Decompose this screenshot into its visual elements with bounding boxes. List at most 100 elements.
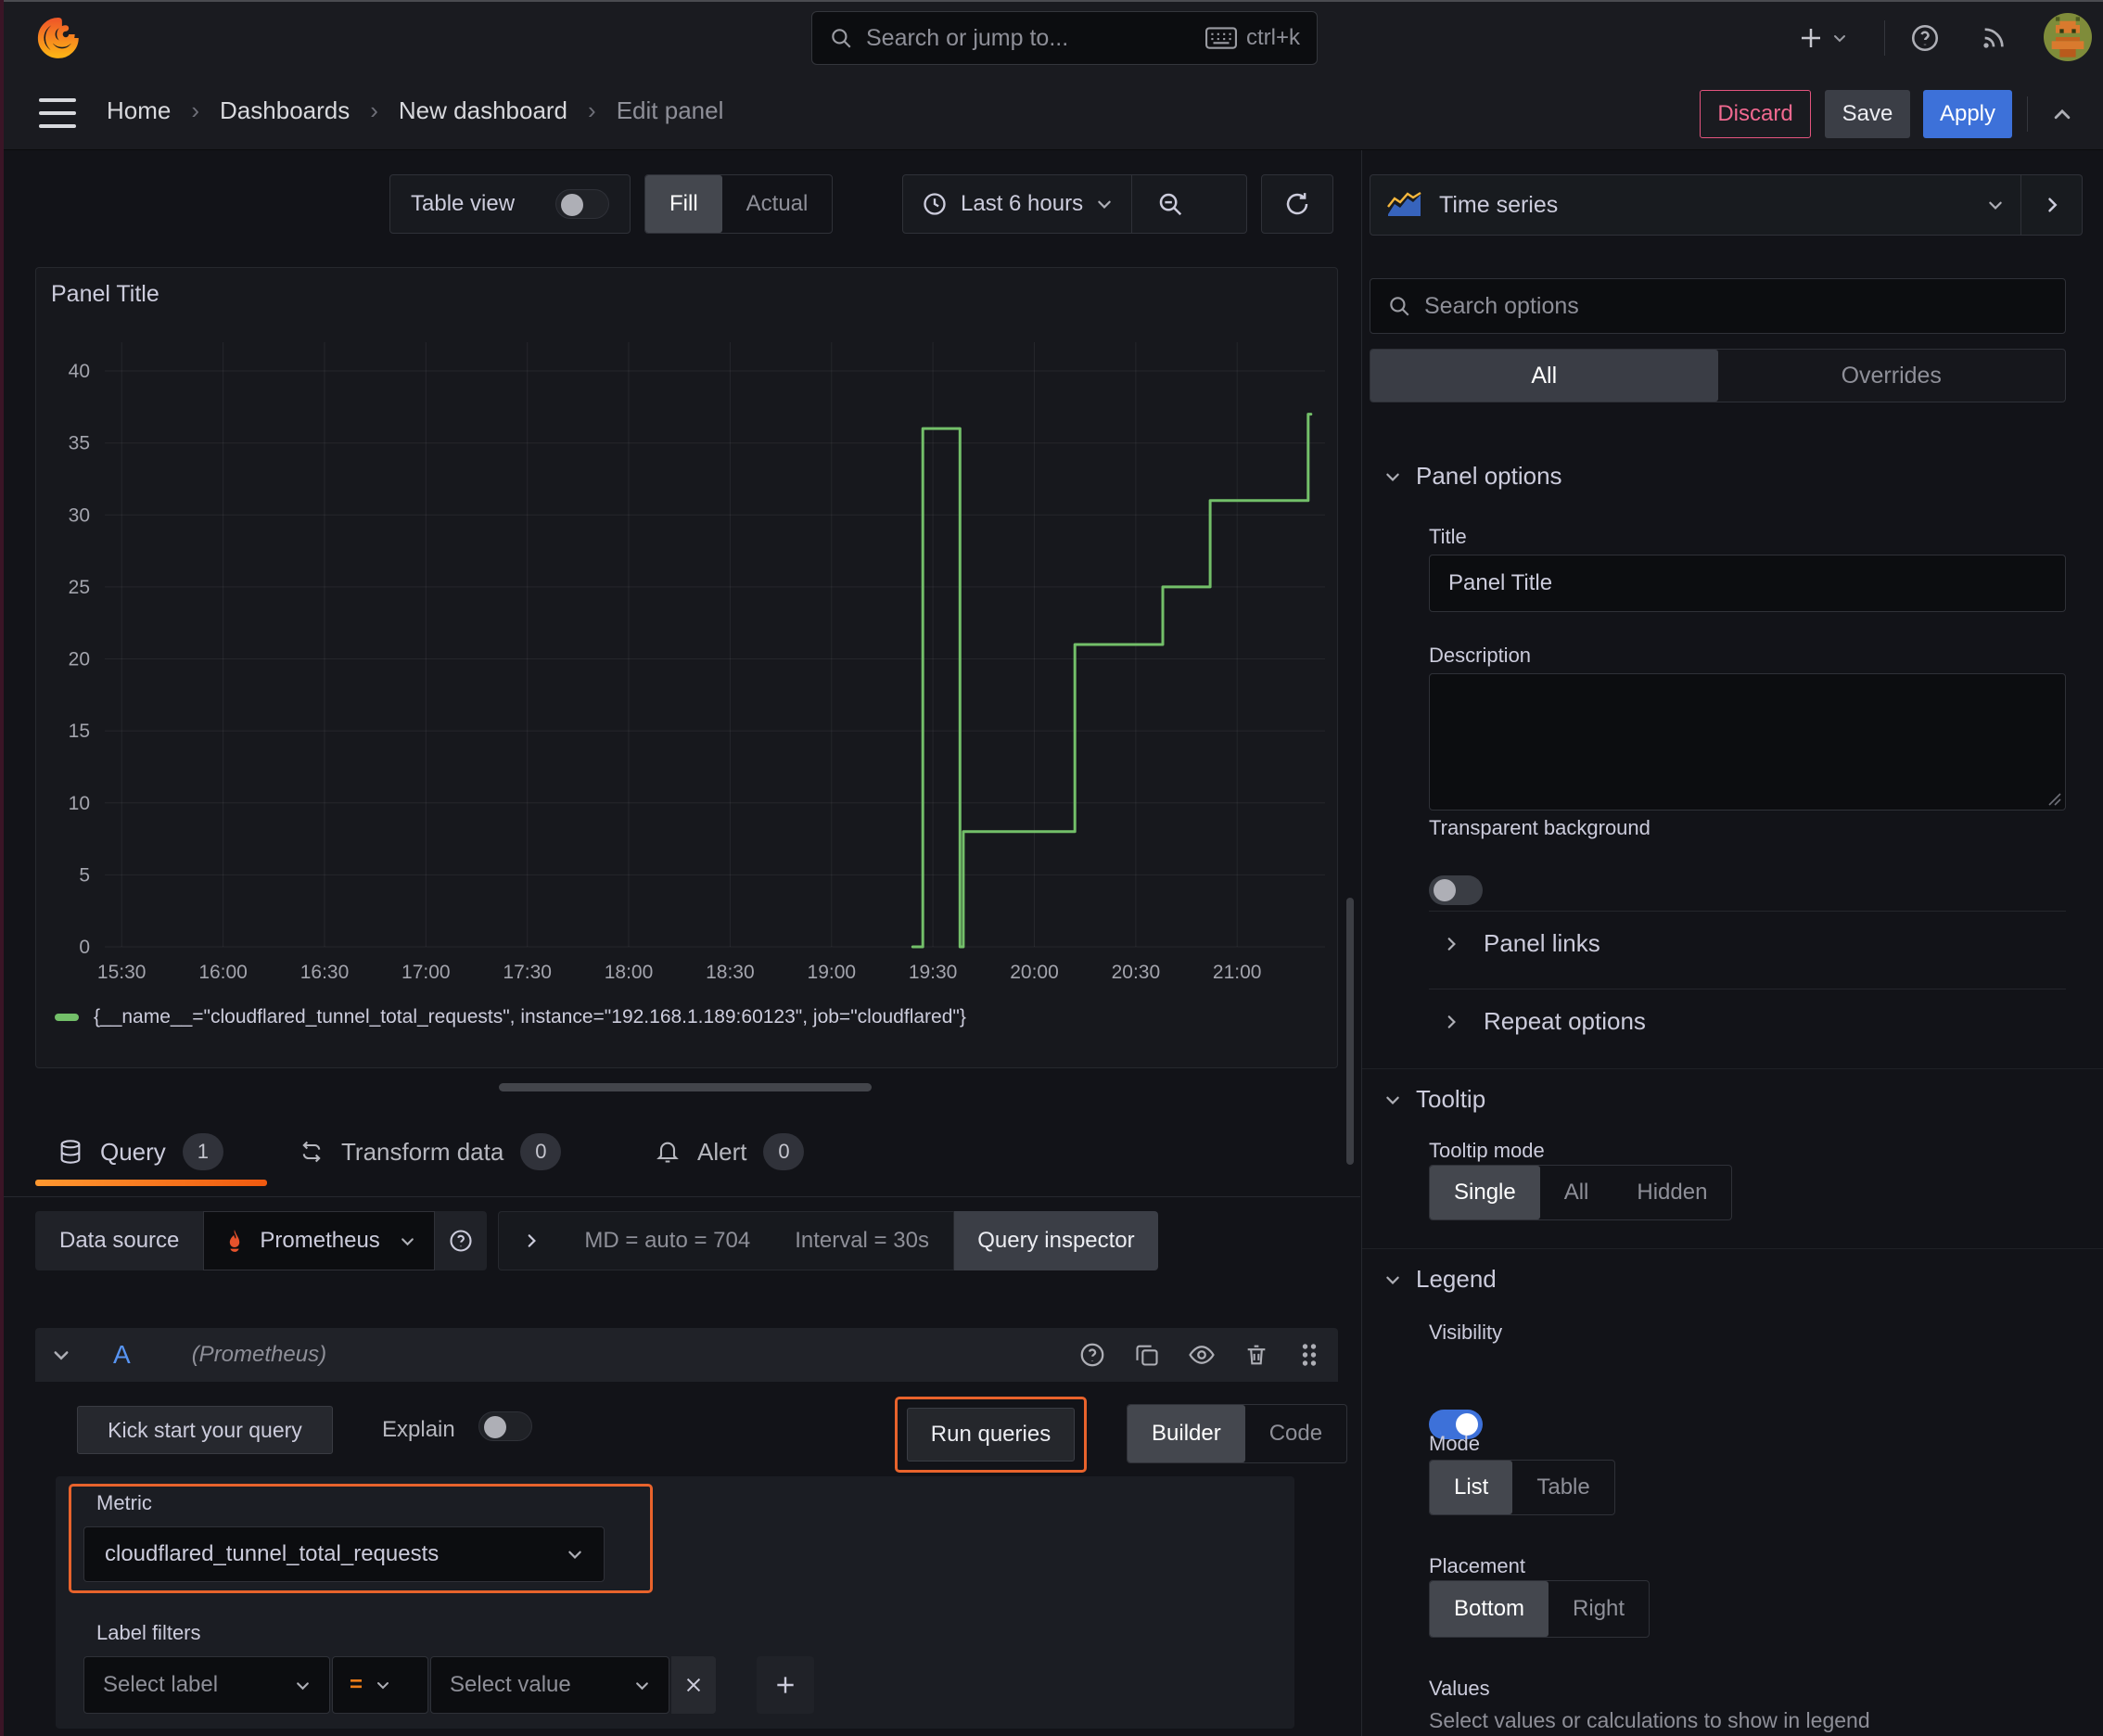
kickstart-query-button[interactable]: Kick start your query [77, 1406, 333, 1454]
bell-icon [656, 1142, 679, 1163]
chevron-down-icon [1098, 200, 1111, 209]
legend-section-header[interactable]: Legend [1384, 1265, 1497, 1294]
add-new-button[interactable] [1790, 17, 1854, 59]
header-divider [1884, 20, 1885, 56]
query-datasource-hint: (Prometheus) [191, 1342, 327, 1367]
save-button[interactable]: Save [1825, 90, 1910, 138]
panel-title[interactable]: Panel Title [51, 281, 159, 308]
add-filter-button[interactable] [757, 1656, 814, 1714]
clock-icon [924, 193, 946, 215]
global-search[interactable]: Search or jump to... ctrl+k [811, 11, 1318, 65]
chevron-down-icon [636, 1681, 648, 1690]
select-label-dropdown[interactable]: Select label [83, 1656, 330, 1714]
hide-query-icon[interactable] [1188, 1341, 1216, 1369]
explain-toggle[interactable] [478, 1411, 532, 1441]
help-button[interactable] [1903, 17, 1947, 59]
table-view-label: Table view [411, 191, 516, 216]
panel-links-heading: Panel links [1484, 929, 1600, 957]
tab-all[interactable]: All [1370, 350, 1718, 402]
run-queries-button[interactable]: Run queries [907, 1408, 1075, 1462]
actual-option[interactable]: Actual [722, 175, 833, 233]
search-icon [1390, 297, 1409, 316]
svg-text:20: 20 [69, 649, 90, 670]
chevron-down-icon [568, 1551, 581, 1559]
tooltip-hidden-option[interactable]: Hidden [1612, 1166, 1731, 1219]
tab-query[interactable]: Query 1 [57, 1133, 223, 1170]
panel-options-heading: Panel options [1416, 462, 1562, 490]
transform-icon [302, 1141, 321, 1163]
table-view-control: Table view [389, 174, 631, 234]
stat-max-datapoints: MD = auto = 704 [584, 1228, 751, 1253]
refresh-icon [1286, 193, 1308, 215]
grafana-logo[interactable] [33, 13, 82, 63]
breadcrumb-new-dashboard[interactable]: New dashboard [399, 96, 567, 125]
svg-text:20:30: 20:30 [1112, 962, 1161, 982]
select-value-dropdown[interactable]: Select value [430, 1656, 669, 1714]
description-textarea[interactable] [1429, 673, 2066, 811]
legend-list-option[interactable]: List [1430, 1461, 1513, 1514]
fill-option[interactable]: Fill [645, 175, 722, 233]
drag-handle-icon[interactable] [1297, 1341, 1321, 1369]
transparent-bg-toggle[interactable] [1429, 875, 1483, 905]
query-help-icon[interactable] [1078, 1341, 1106, 1369]
query-row-header[interactable]: A (Prometheus) [35, 1328, 1338, 1382]
builder-option[interactable]: Builder [1128, 1405, 1245, 1462]
tab-transform[interactable]: Transform data 0 [299, 1133, 562, 1170]
transparent-bg-label: Transparent background [1429, 816, 1651, 839]
placement-bottom-option[interactable]: Bottom [1430, 1581, 1549, 1637]
operator-dropdown[interactable]: = [332, 1656, 428, 1714]
datasource-help-button[interactable] [435, 1211, 488, 1270]
discard-button[interactable]: Discard [1700, 90, 1811, 138]
chevron-down-icon [401, 1237, 414, 1245]
hamburger-icon [39, 98, 76, 102]
svg-text:5: 5 [79, 864, 90, 886]
time-range-picker[interactable]: Last 6 hours [903, 175, 1131, 233]
menu-toggle[interactable] [39, 98, 76, 128]
panel-title-input[interactable] [1429, 555, 2066, 612]
apply-button[interactable]: Apply [1923, 90, 2012, 138]
panel-links-section[interactable]: Panel links [1443, 929, 1600, 958]
svg-text:15: 15 [69, 721, 90, 742]
tooltip-all-option[interactable]: All [1540, 1166, 1613, 1219]
viz-suggestions-button[interactable] [2021, 174, 2083, 236]
zoom-out-button[interactable] [1131, 175, 1207, 233]
tab-overrides[interactable]: Overrides [1718, 350, 2066, 402]
refresh-button[interactable] [1261, 174, 1333, 234]
query-inspector-button[interactable]: Query inspector [953, 1211, 1158, 1270]
explain-label: Explain [382, 1417, 455, 1442]
news-button[interactable] [1971, 17, 2016, 59]
tab-alert[interactable]: Alert 0 [655, 1133, 805, 1170]
time-range-group: Last 6 hours [902, 174, 1247, 234]
breadcrumb-home[interactable]: Home [107, 96, 171, 125]
repeat-options-section[interactable]: Repeat options [1443, 1007, 1646, 1036]
tooltip-single-option[interactable]: Single [1430, 1166, 1540, 1219]
chevron-down-icon [1386, 1096, 1399, 1104]
placement-right-option[interactable]: Right [1549, 1581, 1649, 1637]
datasource-name: Prometheus [260, 1228, 380, 1253]
datasource-picker[interactable]: Prometheus [203, 1211, 436, 1270]
delete-query-icon[interactable] [1243, 1342, 1269, 1368]
duplicate-query-icon[interactable] [1134, 1342, 1160, 1368]
panel-options-header[interactable]: Panel options [1384, 462, 1562, 491]
datasource-row: Data source Prometheus MD = auto = 704 I… [35, 1211, 1158, 1270]
code-option[interactable]: Code [1245, 1405, 1346, 1462]
remove-filter-button[interactable] [671, 1656, 716, 1714]
legend-mode-segment: List Table [1429, 1460, 1615, 1515]
collapse-header-button[interactable] [2042, 96, 2083, 134]
options-search[interactable]: Search options [1370, 278, 2066, 334]
table-view-toggle[interactable] [555, 189, 609, 219]
viz-type-select[interactable]: Time series [1370, 174, 2021, 236]
svg-text:21:00: 21:00 [1213, 962, 1262, 982]
breadcrumb-dashboards[interactable]: Dashboards [220, 96, 350, 125]
query-options-strip[interactable]: MD = auto = 704 Interval = 30s [498, 1211, 954, 1270]
query-ref-id[interactable]: A [113, 1340, 131, 1370]
tooltip-section-header[interactable]: Tooltip [1384, 1085, 1485, 1114]
description-label: Description [1429, 644, 1532, 667]
scrollbar-thumb[interactable] [1346, 898, 1354, 1165]
legend-series-label[interactable]: {__name__="cloudflared_tunnel_total_requ… [94, 1006, 966, 1028]
time-series-chart[interactable]: 0 5 10 15 20 25 30 35 40 15:30 16:00 16:30 17:00 17:3… [45, 333, 1330, 982]
metric-select[interactable]: cloudflared_tunnel_total_requests [83, 1526, 605, 1582]
panel-resize-handle[interactable] [499, 1083, 872, 1091]
legend-table-option[interactable]: Table [1512, 1461, 1613, 1514]
avatar[interactable] [2044, 13, 2092, 61]
